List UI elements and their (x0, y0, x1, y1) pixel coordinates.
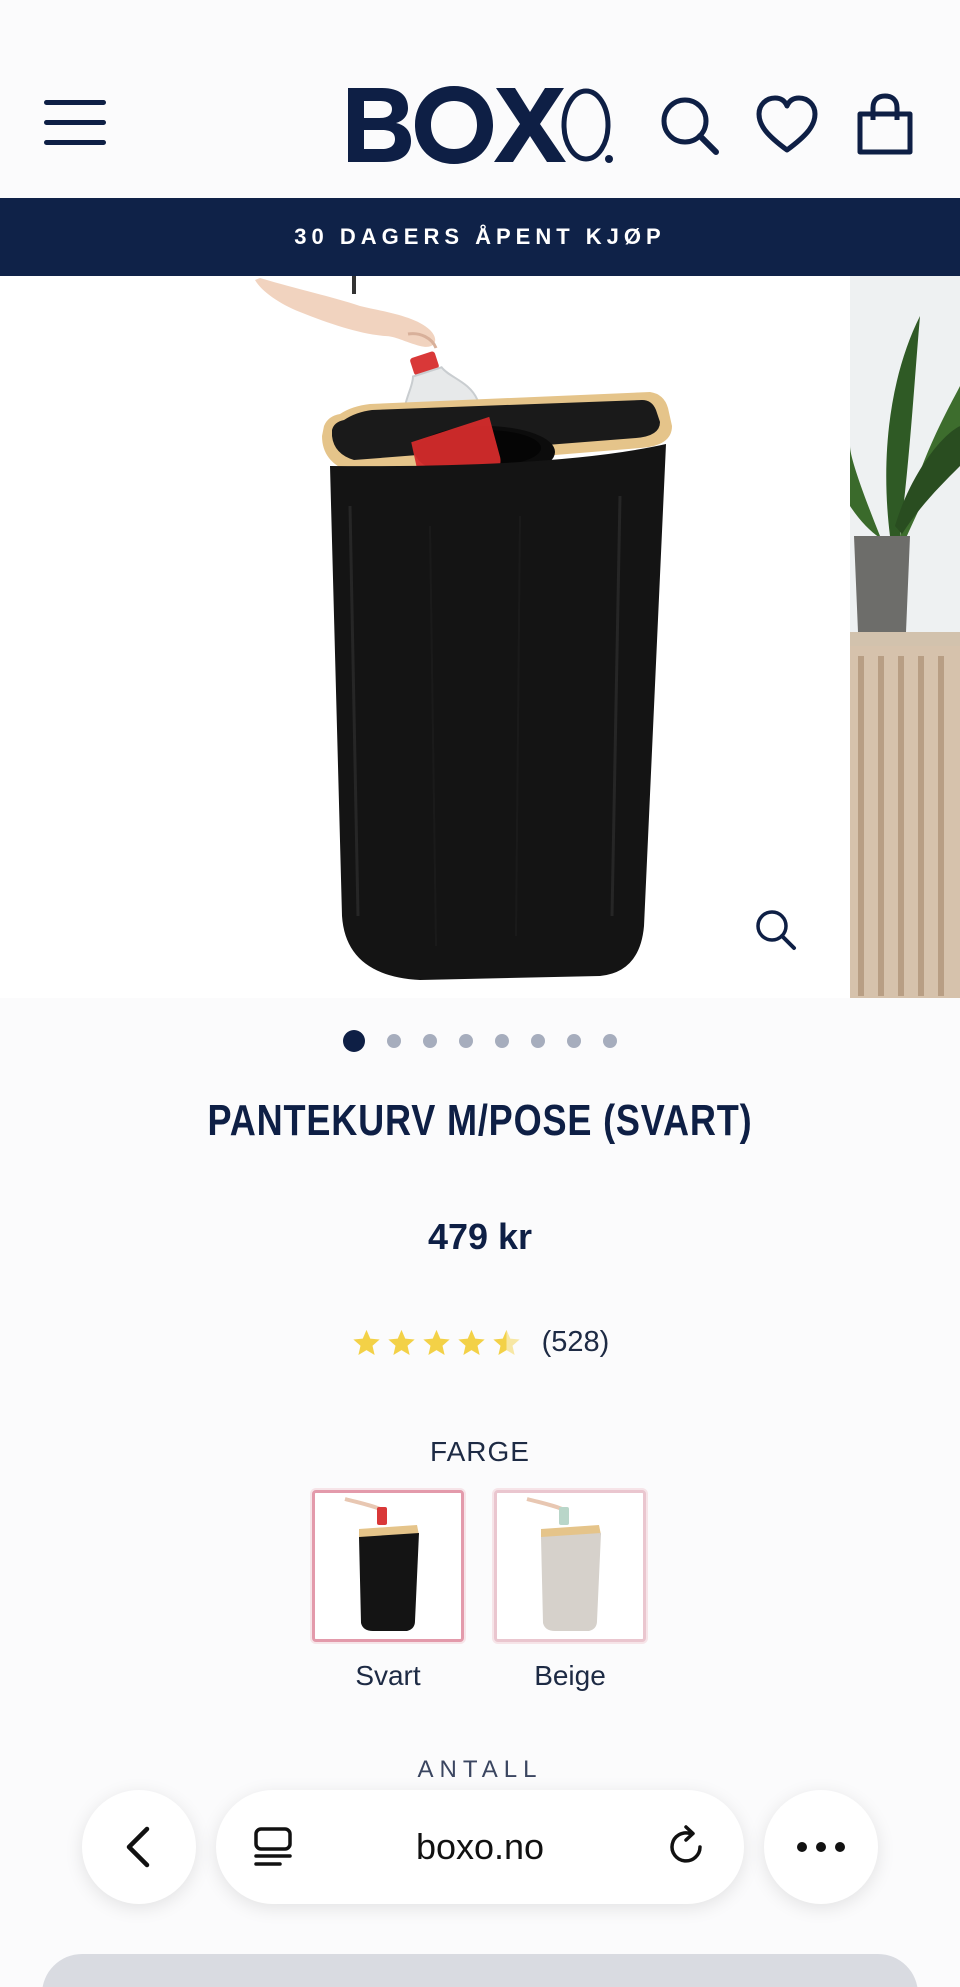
promo-banner[interactable]: 30 DAGERS ÅPENT KJØP (0, 198, 960, 276)
pagination-dot[interactable] (495, 1034, 509, 1048)
pagination-dot[interactable] (459, 1034, 473, 1048)
product-title: PANTEKURV M/POSE (SVART) (207, 1096, 753, 1145)
color-swatches: Svart Beige (312, 1490, 646, 1692)
pagination-dot[interactable] (387, 1034, 401, 1048)
banner-text: 30 DAGERS ÅPENT KJØP (294, 224, 666, 249)
swatch-image[interactable] (312, 1490, 464, 1642)
pagination-dot[interactable] (567, 1034, 581, 1048)
shopping-bag-icon[interactable] (852, 92, 918, 158)
product-rating[interactable]: (528) (0, 1326, 960, 1359)
product-image-next[interactable] (850, 276, 960, 998)
logo[interactable] (344, 78, 614, 168)
swatch-label: Svart (355, 1660, 421, 1691)
color-option-label: FARGE (430, 1436, 530, 1467)
gallery-pagination (0, 1030, 960, 1052)
product-photo: Coca (255, 276, 672, 980)
review-count[interactable]: (528) (542, 1326, 610, 1359)
half-star-icon (493, 1329, 520, 1355)
add-to-cart-sheet[interactable] (42, 1954, 918, 1987)
product-price: 479 kr (427, 1216, 533, 1257)
swatch-image[interactable] (494, 1490, 646, 1642)
back-button[interactable] (82, 1790, 196, 1904)
hamburger-menu-icon[interactable] (44, 100, 108, 146)
swatch-svart[interactable]: Svart (312, 1490, 464, 1692)
pagination-dot[interactable] (423, 1034, 437, 1048)
site-header (0, 0, 960, 198)
product-gallery[interactable]: Coca (0, 276, 960, 998)
beige-basket-thumbnail (497, 1493, 643, 1639)
swatch-beige[interactable]: Beige (494, 1490, 646, 1692)
search-icon[interactable] (656, 92, 722, 158)
pagination-dot[interactable] (343, 1030, 365, 1052)
swatch-label: Beige (534, 1660, 606, 1691)
more-icon (797, 1842, 845, 1852)
more-button[interactable] (764, 1790, 878, 1904)
black-basket-thumbnail (315, 1493, 461, 1639)
star-icon (458, 1329, 485, 1355)
pagination-dot[interactable] (603, 1034, 617, 1048)
product-image-main[interactable]: Coca (0, 276, 850, 998)
star-icon (353, 1329, 380, 1355)
quantity-label: ANTALL (417, 1756, 543, 1783)
pagination-dot[interactable] (531, 1034, 545, 1048)
lifestyle-photo (850, 276, 960, 998)
browser-toolbar: boxo.no (0, 1790, 960, 1906)
star-rating (351, 1328, 522, 1358)
chevron-left-icon (126, 1826, 150, 1868)
star-icon (423, 1329, 450, 1355)
star-icon (388, 1329, 415, 1355)
zoom-icon[interactable] (752, 906, 800, 954)
boxo-logo-icon (348, 86, 613, 164)
address-bar[interactable]: boxo.no (216, 1790, 744, 1904)
reload-icon[interactable] (662, 1823, 710, 1871)
heart-icon[interactable] (754, 92, 820, 158)
